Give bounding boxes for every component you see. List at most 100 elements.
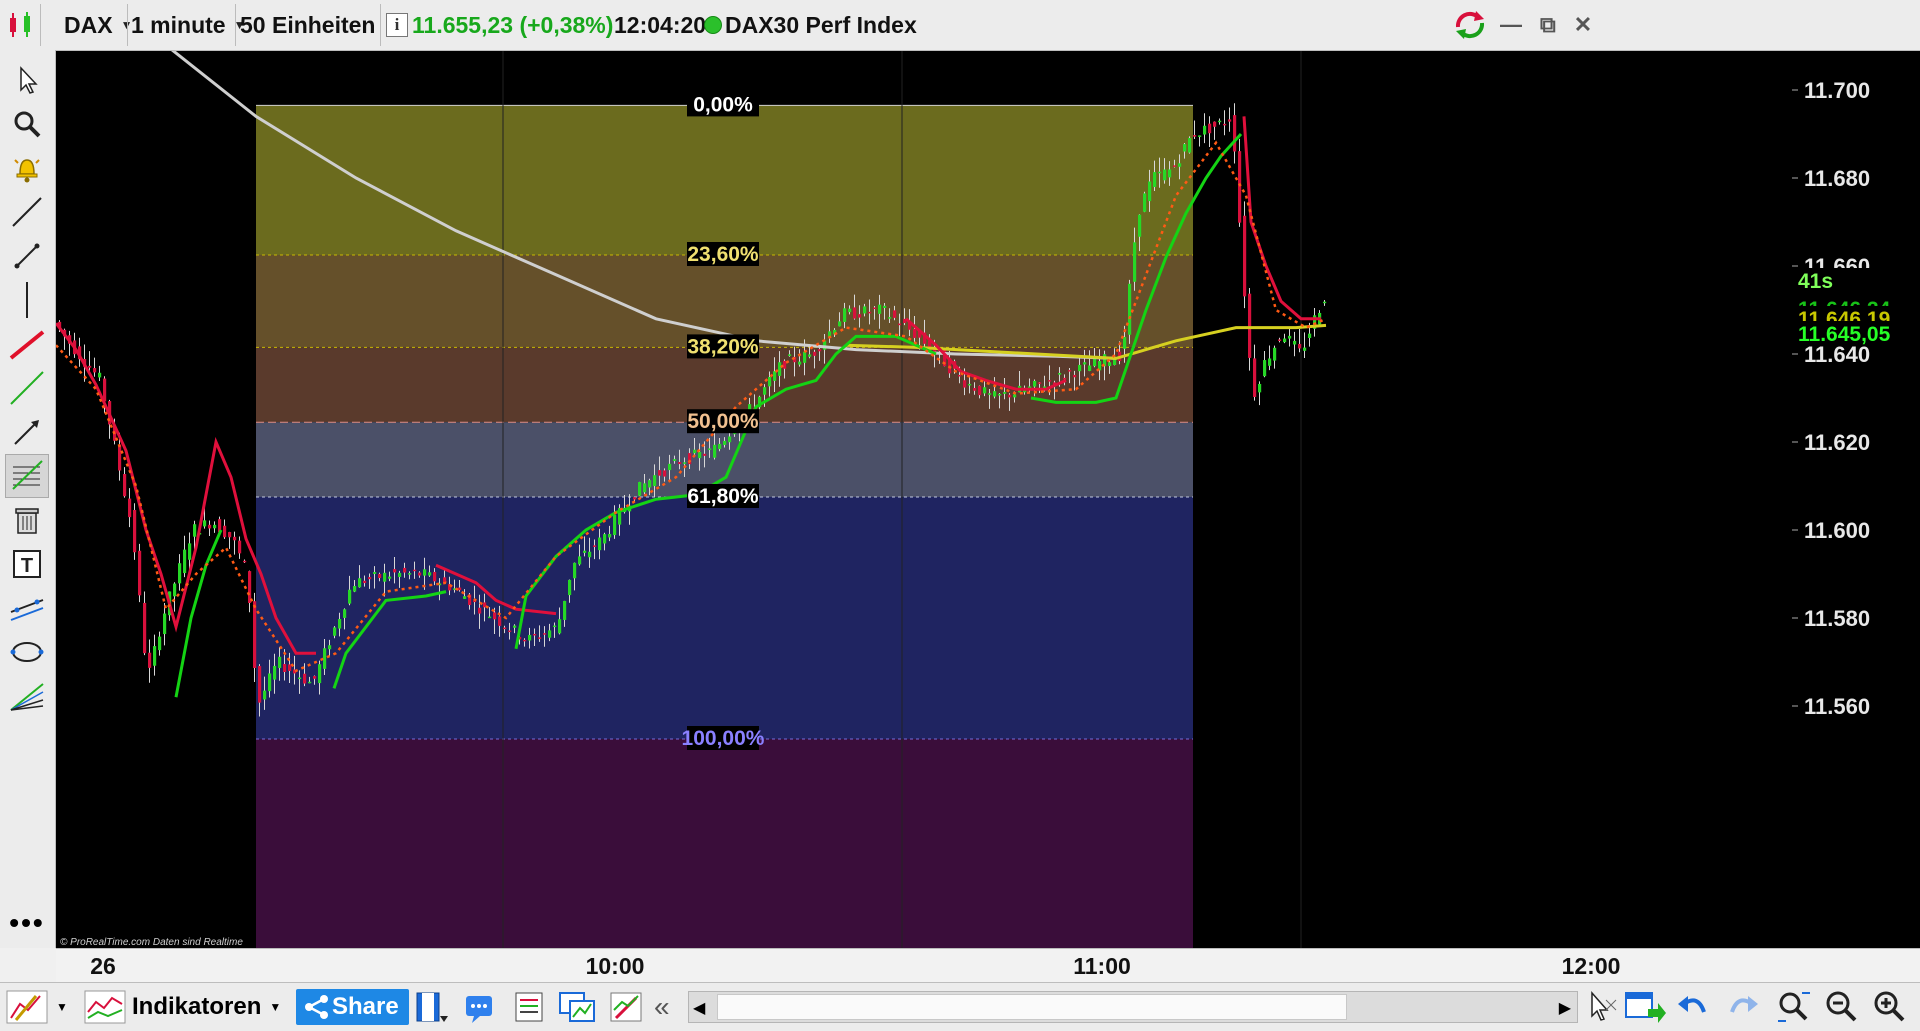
candle-body [1008,395,1011,398]
scroll-left-icon[interactable]: ◀ [693,998,705,1018]
candle-body [248,571,251,603]
zoom-out-icon[interactable] [1824,989,1860,1025]
time-axis[interactable]: 26 10:00 11:00 12:00 [56,948,1792,983]
red-line-icon[interactable] [5,322,49,366]
candle-body [308,682,311,684]
units-selector[interactable]: 50 Einheiten▼ [240,6,395,44]
candle-body [138,551,141,596]
watermark: © ProRealTime.com Daten sind Realtime [60,937,243,948]
fib-band [256,497,1193,739]
horizontal-scrollbar[interactable]: ◀ ▶ [688,991,1578,1023]
candle-body [1273,348,1276,361]
gann-fan-icon[interactable] [5,674,49,718]
candle-body [1228,119,1231,121]
candle-body [658,470,661,476]
compare-icon[interactable] [558,989,598,1025]
zoom-fit-icon[interactable] [1776,989,1812,1025]
candle-body [348,590,351,604]
candle-body [463,596,466,599]
alert-bell-icon[interactable] [5,146,49,190]
y-axis-label: 11.680 [1804,166,1870,191]
candle-body [93,368,96,372]
zoom-in-icon[interactable] [1872,989,1908,1025]
scroll-right-icon[interactable]: ▶ [1559,998,1571,1018]
price-chart[interactable]: 0,00%23,60%38,20%50,00%61,80%100,00% © P… [56,51,1792,948]
candlestick-icon[interactable] [6,6,36,44]
candle-body [528,635,531,641]
minimize-icon[interactable]: — [1500,12,1522,38]
candle-body [1078,365,1081,371]
candle-body [578,556,581,564]
vertical-line-icon[interactable] [5,278,49,322]
indicators-button[interactable]: Indikatoren ▼ [84,989,281,1025]
chart-style-icon[interactable] [6,989,48,1025]
green-line-icon[interactable] [5,366,49,410]
price-tag: 11.645,05 [1796,321,1920,346]
info-button[interactable]: i [386,6,408,44]
cursor-icon[interactable] [5,58,49,102]
candle-body [203,520,206,526]
tools-icon[interactable] [608,989,644,1025]
candle-body [958,375,961,377]
scroll-thumb[interactable] [717,994,1347,1020]
candle-body [698,452,701,458]
zoom-icon[interactable] [5,102,49,146]
interval-selector[interactable]: 1 minute▼ [131,6,245,44]
candle-body [643,483,646,492]
segment-icon[interactable] [5,234,49,278]
instrument-selector[interactable]: DAX▼ [64,6,132,44]
candle-body [508,631,511,633]
instrument-label: DAX [64,12,113,39]
candle-body [988,393,991,395]
candle-body [898,324,901,326]
candle-body [188,543,191,559]
candle-body [278,657,281,668]
candle-body [808,354,811,356]
candle-body [678,462,681,464]
candle-body [253,601,256,668]
close-icon[interactable]: ✕ [1574,12,1592,38]
candle-body [373,572,376,574]
candle-body [533,634,536,636]
calendar-arrow-icon[interactable] [1624,989,1666,1025]
candle-body [1148,181,1151,201]
candle-body [118,444,121,470]
share-button[interactable]: Share [296,989,409,1025]
arrow-line-icon[interactable] [5,410,49,454]
candle-body [1323,302,1326,304]
restore-icon[interactable]: ⧉ [1540,12,1556,38]
candle-body [583,551,586,553]
candle-body [673,459,676,461]
candle-body [178,563,181,583]
candle-body [213,525,216,528]
candle-body [603,534,606,543]
candle-body [323,648,326,669]
time-display: 12:04:20 [614,6,706,44]
channel-icon[interactable] [5,586,49,630]
layout-icon[interactable] [414,989,450,1025]
collapse-left-icon[interactable]: « [654,989,670,1025]
fib-label: 61,80% [687,484,759,508]
trendline-icon[interactable] [5,190,49,234]
candle-body [1293,341,1296,345]
price-axis[interactable]: 11.70011.68011.66011.64011.62011.60011.5… [1792,51,1920,948]
more-icon[interactable]: ••• [5,908,49,938]
chevron-down-icon[interactable]: ▼ [56,989,68,1025]
candle-body [568,580,571,595]
candle-body [433,572,436,581]
price-tag-label: 11.645,05 [1798,323,1891,346]
undo-icon[interactable] [1676,989,1710,1025]
redo-icon[interactable] [1726,989,1760,1025]
candle-body [288,664,291,671]
cursor-reset-icon[interactable] [1586,989,1618,1025]
candle-body [378,574,381,578]
trash-icon[interactable] [5,498,49,542]
candle-body [663,470,666,476]
ellipse-icon[interactable] [5,630,49,674]
text-tool-icon[interactable]: T [5,542,49,586]
chat-icon[interactable] [464,989,498,1025]
candle-body [973,388,976,391]
fibonacci-icon[interactable] [5,454,49,498]
fibonacci-retracement[interactable] [256,105,1193,948]
list-icon[interactable] [512,989,546,1025]
